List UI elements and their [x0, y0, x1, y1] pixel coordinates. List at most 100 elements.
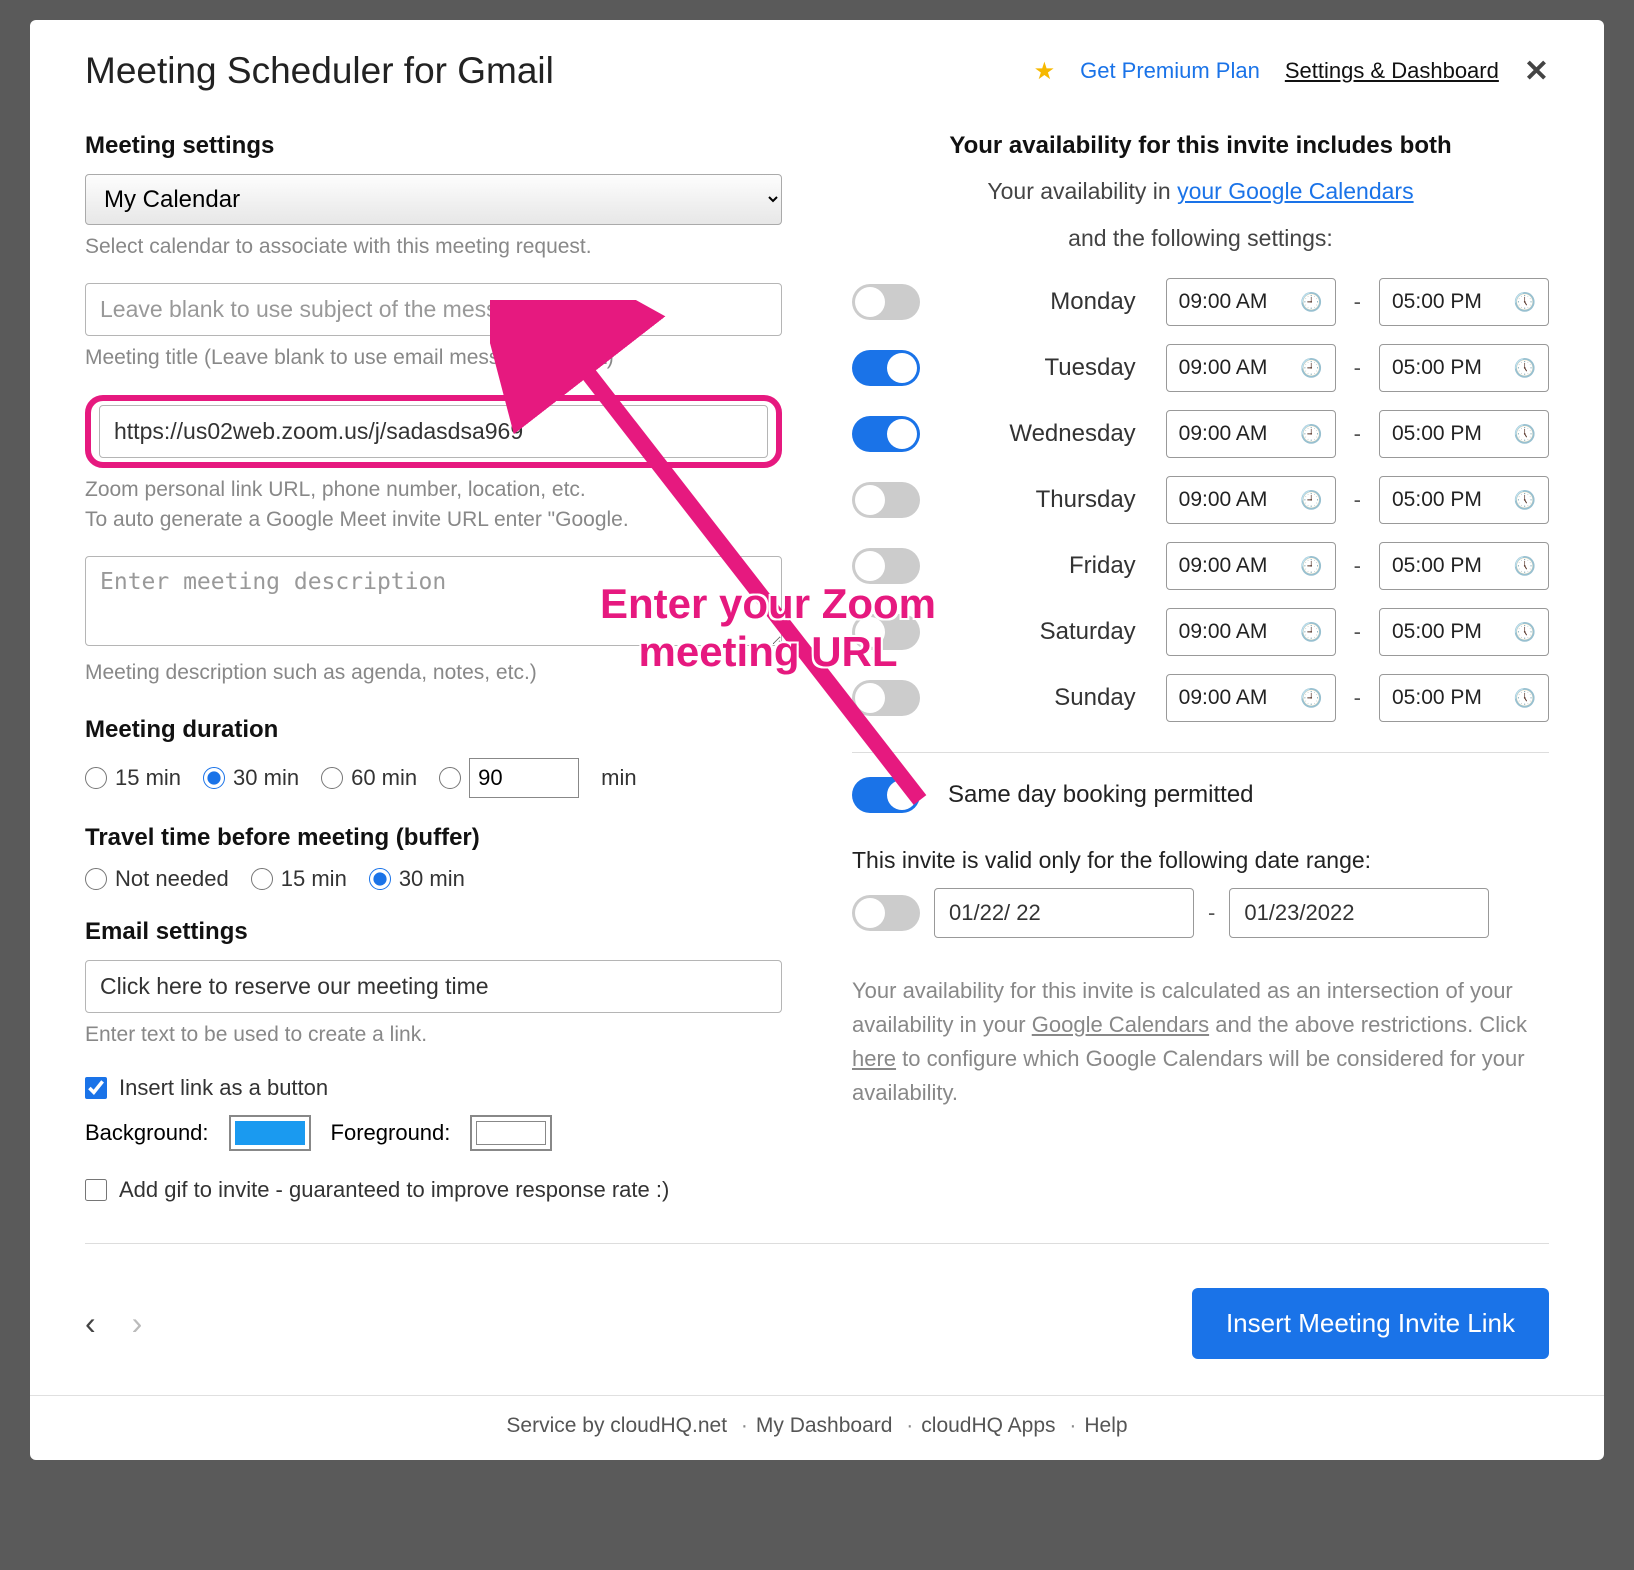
clock-icon: 🕘	[1300, 622, 1322, 643]
premium-link[interactable]: Get Premium Plan	[1080, 58, 1260, 84]
start-time-input[interactable]: 09:00 AM🕘	[1166, 278, 1336, 326]
bg-color-picker[interactable]	[229, 1115, 311, 1151]
insert-as-button-label: Insert link as a button	[119, 1075, 328, 1101]
clock-icon: 🕔	[1514, 490, 1536, 511]
add-gif-checkbox[interactable]	[85, 1179, 107, 1201]
date-from-input[interactable]: 01/22/ 22	[934, 888, 1194, 938]
day-toggle-thursday[interactable]	[852, 482, 920, 518]
add-gif-label: Add gif to invite - guaranteed to improv…	[119, 1177, 669, 1203]
clock-icon: 🕔	[1514, 424, 1536, 445]
same-day-toggle[interactable]	[852, 777, 920, 813]
day-label: Tuesday	[938, 354, 1148, 382]
clock-icon: 🕔	[1514, 556, 1536, 577]
end-time-input[interactable]: 05:00 PM🕔	[1379, 476, 1549, 524]
date-to-input[interactable]: 01/23/2022	[1229, 888, 1489, 938]
email-help: Enter text to be used to create a link.	[85, 1021, 782, 1049]
note-here-link[interactable]: here	[852, 1046, 896, 1071]
day-toggle-tuesday[interactable]	[852, 350, 920, 386]
help-link[interactable]: Help	[1084, 1414, 1127, 1437]
calendar-select[interactable]: My Calendar	[85, 174, 782, 225]
start-time-input[interactable]: 09:00 AM🕘	[1166, 476, 1336, 524]
email-link-text-input[interactable]	[85, 960, 782, 1013]
day-label: Sunday	[938, 684, 1148, 712]
meeting-scheduler-modal: Meeting Scheduler for Gmail ★ Get Premiu…	[30, 20, 1604, 1460]
date-dash: -	[1208, 900, 1215, 926]
left-column: Meeting settings My Calendar Select cale…	[85, 132, 782, 1203]
prev-icon[interactable]: ‹	[85, 1305, 96, 1342]
start-time-input[interactable]: 09:00 AM🕘	[1166, 608, 1336, 656]
next-icon[interactable]: ›	[132, 1305, 143, 1342]
clock-icon: 🕔	[1514, 358, 1536, 379]
desc-help: Meeting description such as agenda, note…	[85, 659, 782, 687]
availability-note: Your availability for this invite is cal…	[852, 974, 1549, 1110]
zoom-url-input[interactable]	[99, 405, 768, 458]
start-time-input[interactable]: 09:00 AM🕘	[1166, 542, 1336, 590]
settings-dashboard-link[interactable]: Settings & Dashboard	[1285, 58, 1499, 84]
clock-icon: 🕘	[1300, 424, 1322, 445]
buffer-none[interactable]: Not needed	[85, 866, 229, 892]
clock-icon: 🕔	[1514, 622, 1536, 643]
right-column: Your availability for this invite includ…	[852, 132, 1549, 1203]
end-time-input[interactable]: 05:00 PM🕔	[1379, 344, 1549, 392]
start-time-input[interactable]: 09:00 AM🕘	[1166, 344, 1336, 392]
insert-as-button-row: Insert link as a button	[85, 1075, 782, 1101]
modal-title: Meeting Scheduler for Gmail	[85, 50, 554, 92]
avail-row-monday: Monday09:00 AM🕘-05:00 PM🕔	[852, 278, 1549, 326]
day-toggle-friday[interactable]	[852, 548, 920, 584]
cloudhq-apps-link[interactable]: cloudHQ Apps	[921, 1414, 1055, 1437]
clock-icon: 🕘	[1300, 358, 1322, 379]
note-gcal-link[interactable]: Google Calendars	[1032, 1012, 1209, 1037]
fg-color-picker[interactable]	[470, 1115, 552, 1151]
day-toggle-monday[interactable]	[852, 284, 920, 320]
end-time-input[interactable]: 05:00 PM🕔	[1379, 278, 1549, 326]
avail-row-friday: Friday09:00 AM🕘-05:00 PM🕔	[852, 542, 1549, 590]
end-time-input[interactable]: 05:00 PM🕔	[1379, 542, 1549, 590]
day-label: Saturday	[938, 618, 1148, 646]
duration-30[interactable]: 30 min	[203, 765, 299, 791]
duration-60[interactable]: 60 min	[321, 765, 417, 791]
duration-heading: Meeting duration	[85, 716, 782, 744]
start-time-input[interactable]: 09:00 AM🕘	[1166, 674, 1336, 722]
buffer-heading: Travel time before meeting (buffer)	[85, 824, 782, 852]
end-time-input[interactable]: 05:00 PM🕔	[1379, 410, 1549, 458]
meeting-settings-heading: Meeting settings	[85, 132, 782, 160]
meeting-description-input[interactable]	[85, 556, 782, 646]
header-actions: ★ Get Premium Plan Settings & Dashboard …	[1034, 54, 1549, 89]
clock-icon: 🕘	[1300, 688, 1322, 709]
cloudhq-link[interactable]: cloudHQ.net	[610, 1414, 727, 1437]
duration-custom-input[interactable]	[469, 758, 579, 798]
zoom-help-1: Zoom personal link URL, phone number, lo…	[85, 476, 782, 504]
buffer-30[interactable]: 30 min	[369, 866, 465, 892]
clock-icon: 🕔	[1514, 292, 1536, 313]
zoom-url-highlight	[85, 395, 782, 468]
avail-row-sunday: Sunday09:00 AM🕘-05:00 PM🕔	[852, 674, 1549, 722]
availability-sub1: Your availability in your Google Calenda…	[852, 178, 1549, 205]
close-icon[interactable]: ✕	[1524, 54, 1549, 89]
buffer-15[interactable]: 15 min	[251, 866, 347, 892]
day-label: Thursday	[938, 486, 1148, 514]
google-calendars-link[interactable]: your Google Calendars	[1177, 178, 1414, 204]
my-dashboard-link[interactable]: My Dashboard	[756, 1414, 893, 1437]
avail-row-tuesday: Tuesday09:00 AM🕘-05:00 PM🕔	[852, 344, 1549, 392]
bg-label: Background:	[85, 1120, 209, 1146]
duration-custom[interactable]	[439, 758, 579, 798]
date-range-toggle[interactable]	[852, 895, 920, 931]
end-time-input[interactable]: 05:00 PM🕔	[1379, 674, 1549, 722]
star-icon: ★	[1034, 57, 1056, 86]
day-label: Wednesday	[938, 420, 1148, 448]
header: Meeting Scheduler for Gmail ★ Get Premiu…	[85, 50, 1549, 92]
insert-as-button-checkbox[interactable]	[85, 1077, 107, 1099]
date-range-heading: This invite is valid only for the follow…	[852, 847, 1549, 874]
clock-icon: 🕘	[1300, 292, 1322, 313]
duration-15[interactable]: 15 min	[85, 765, 181, 791]
day-toggle-saturday[interactable]	[852, 614, 920, 650]
insert-meeting-button[interactable]: Insert Meeting Invite Link	[1192, 1288, 1549, 1359]
min-label: min	[601, 765, 636, 791]
avail-row-wednesday: Wednesday09:00 AM🕘-05:00 PM🕔	[852, 410, 1549, 458]
start-time-input[interactable]: 09:00 AM🕘	[1166, 410, 1336, 458]
meeting-title-input[interactable]	[85, 283, 782, 336]
day-toggle-sunday[interactable]	[852, 680, 920, 716]
end-time-input[interactable]: 05:00 PM🕔	[1379, 608, 1549, 656]
day-label: Friday	[938, 552, 1148, 580]
day-toggle-wednesday[interactable]	[852, 416, 920, 452]
